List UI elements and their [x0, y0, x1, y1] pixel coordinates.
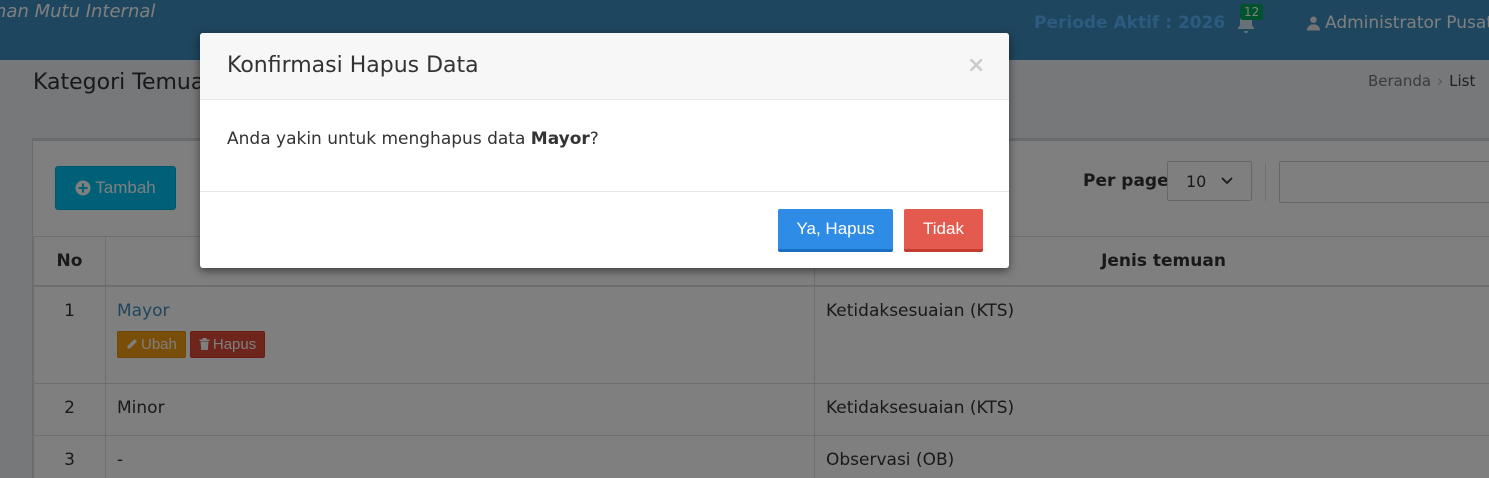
modal-message-item: Mayor [530, 129, 590, 149]
modal-message-prefix: Anda yakin untuk menghapus data [227, 129, 531, 149]
modal-footer: Ya, Hapus Tidak [200, 191, 1009, 268]
cancel-button[interactable]: Tidak [904, 209, 983, 252]
close-icon[interactable]: × [967, 55, 985, 77]
confirm-delete-button[interactable]: Ya, Hapus [778, 209, 893, 252]
modal-body: Anda yakin untuk menghapus data Mayor? [227, 129, 599, 149]
modal-message-suffix: ? [589, 129, 599, 149]
modal-title: Konfirmasi Hapus Data [227, 53, 479, 78]
delete-confirm-modal: Konfirmasi Hapus Data × Anda yakin untuk… [200, 33, 1009, 268]
modal-header: Konfirmasi Hapus Data × [200, 33, 1009, 100]
